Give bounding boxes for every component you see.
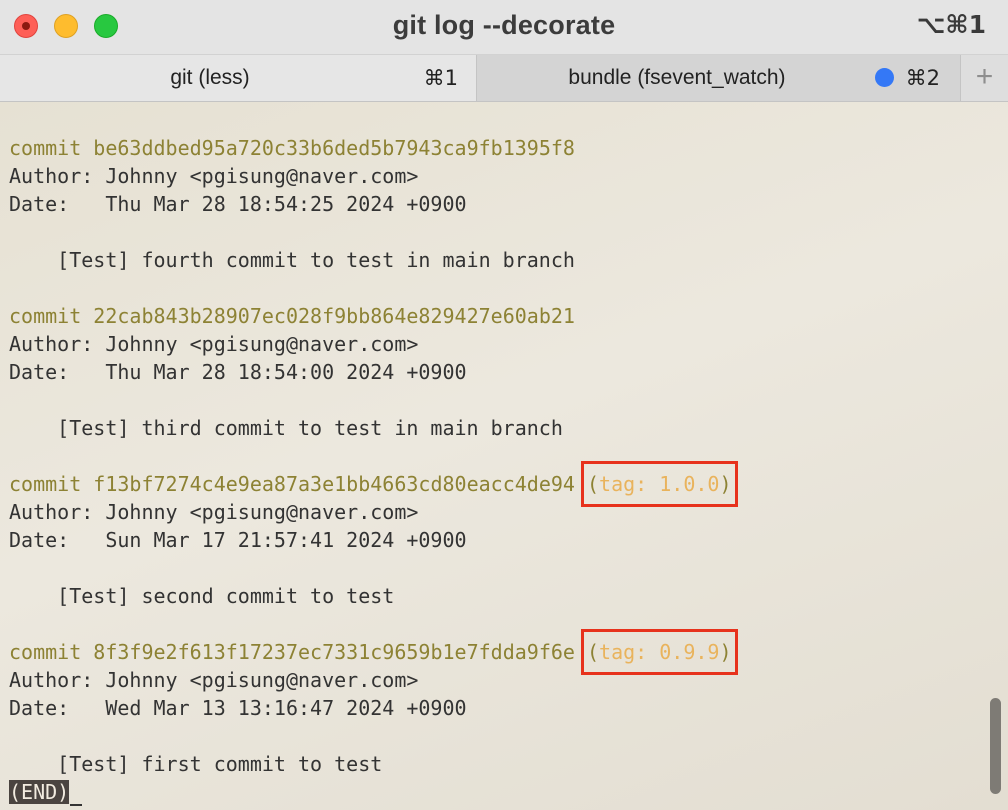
commit-message: [Test] fourth commit to test in main bra…	[9, 248, 575, 272]
pager-prompt-line: (END)	[9, 778, 83, 806]
author-line: Author: Johnny <pgisung@naver.com>	[9, 668, 419, 692]
commit-message: [Test] first commit to test	[9, 752, 383, 776]
commit-keyword: commit	[9, 640, 82, 664]
commit-keyword: commit	[9, 472, 82, 496]
tag-highlight-box	[581, 629, 738, 675]
commit-message: [Test] second commit to test	[9, 584, 395, 608]
tab-git-less[interactable]: git (less) ⌘1	[0, 55, 476, 101]
window-shortcut: ⌥⌘1	[916, 10, 986, 39]
commit-line: commit 22cab843b28907ec028f9bb864e829427…	[9, 302, 575, 330]
commit-hash: 22cab843b28907ec028f9bb864e829427e60ab21	[93, 304, 575, 328]
commit-keyword: commit	[9, 304, 82, 328]
title-bar[interactable]: git log --decorate ⌥⌘1	[0, 0, 1008, 55]
text-cursor	[70, 804, 83, 806]
tab-label: git (less)	[170, 66, 250, 89]
tab-shortcut: ⌘1	[423, 66, 458, 90]
date-line: Date: Wed Mar 13 13:16:47 2024 +0900	[9, 696, 467, 720]
date-line: Date: Thu Mar 28 18:54:00 2024 +0900	[9, 360, 467, 384]
window-title: git log --decorate	[392, 10, 616, 40]
pager-end-prompt: (END)	[9, 780, 70, 804]
tab-bar: git (less) ⌘1 bundle (fsevent_watch) ⌘2 …	[0, 55, 1008, 102]
commit-hash: f13bf7274c4e9ea87a3e1bb4663cd80eacc4de94	[93, 472, 575, 496]
author-line: Author: Johnny <pgisung@naver.com>	[9, 332, 419, 356]
tab-bundle-fsevent-watch[interactable]: bundle (fsevent_watch) ⌘2	[476, 55, 960, 101]
commit-line: commit be63ddbed95a720c33b6ded5b7943ca9f…	[9, 134, 575, 162]
tab-shortcut: ⌘2	[905, 66, 940, 90]
commit-message: [Test] third commit to test in main bran…	[9, 416, 563, 440]
tag-highlight-box	[581, 461, 738, 507]
author-line: Author: Johnny <pgisung@naver.com>	[9, 500, 419, 524]
terminal-output[interactable]: commit be63ddbed95a720c33b6ded5b7943ca9f…	[0, 102, 1008, 810]
tab-label: bundle (fsevent_watch)	[568, 66, 786, 89]
author-line: Author: Johnny <pgisung@naver.com>	[9, 164, 419, 188]
new-tab-button[interactable]: +	[960, 55, 1008, 101]
activity-indicator-icon	[875, 68, 894, 87]
scrollbar-thumb[interactable]	[990, 698, 1001, 794]
terminal-window: git log --decorate ⌥⌘1 git (less) ⌘1 bun…	[0, 0, 1008, 810]
commit-keyword: commit	[9, 136, 82, 160]
date-line: Date: Sun Mar 17 21:57:41 2024 +0900	[9, 528, 467, 552]
date-line: Date: Thu Mar 28 18:54:25 2024 +0900	[9, 192, 467, 216]
commit-hash: be63ddbed95a720c33b6ded5b7943ca9fb1395f8	[93, 136, 575, 160]
commit-hash: 8f3f9e2f613f17237ec7331c9659b1e7fdda9f6e	[93, 640, 575, 664]
